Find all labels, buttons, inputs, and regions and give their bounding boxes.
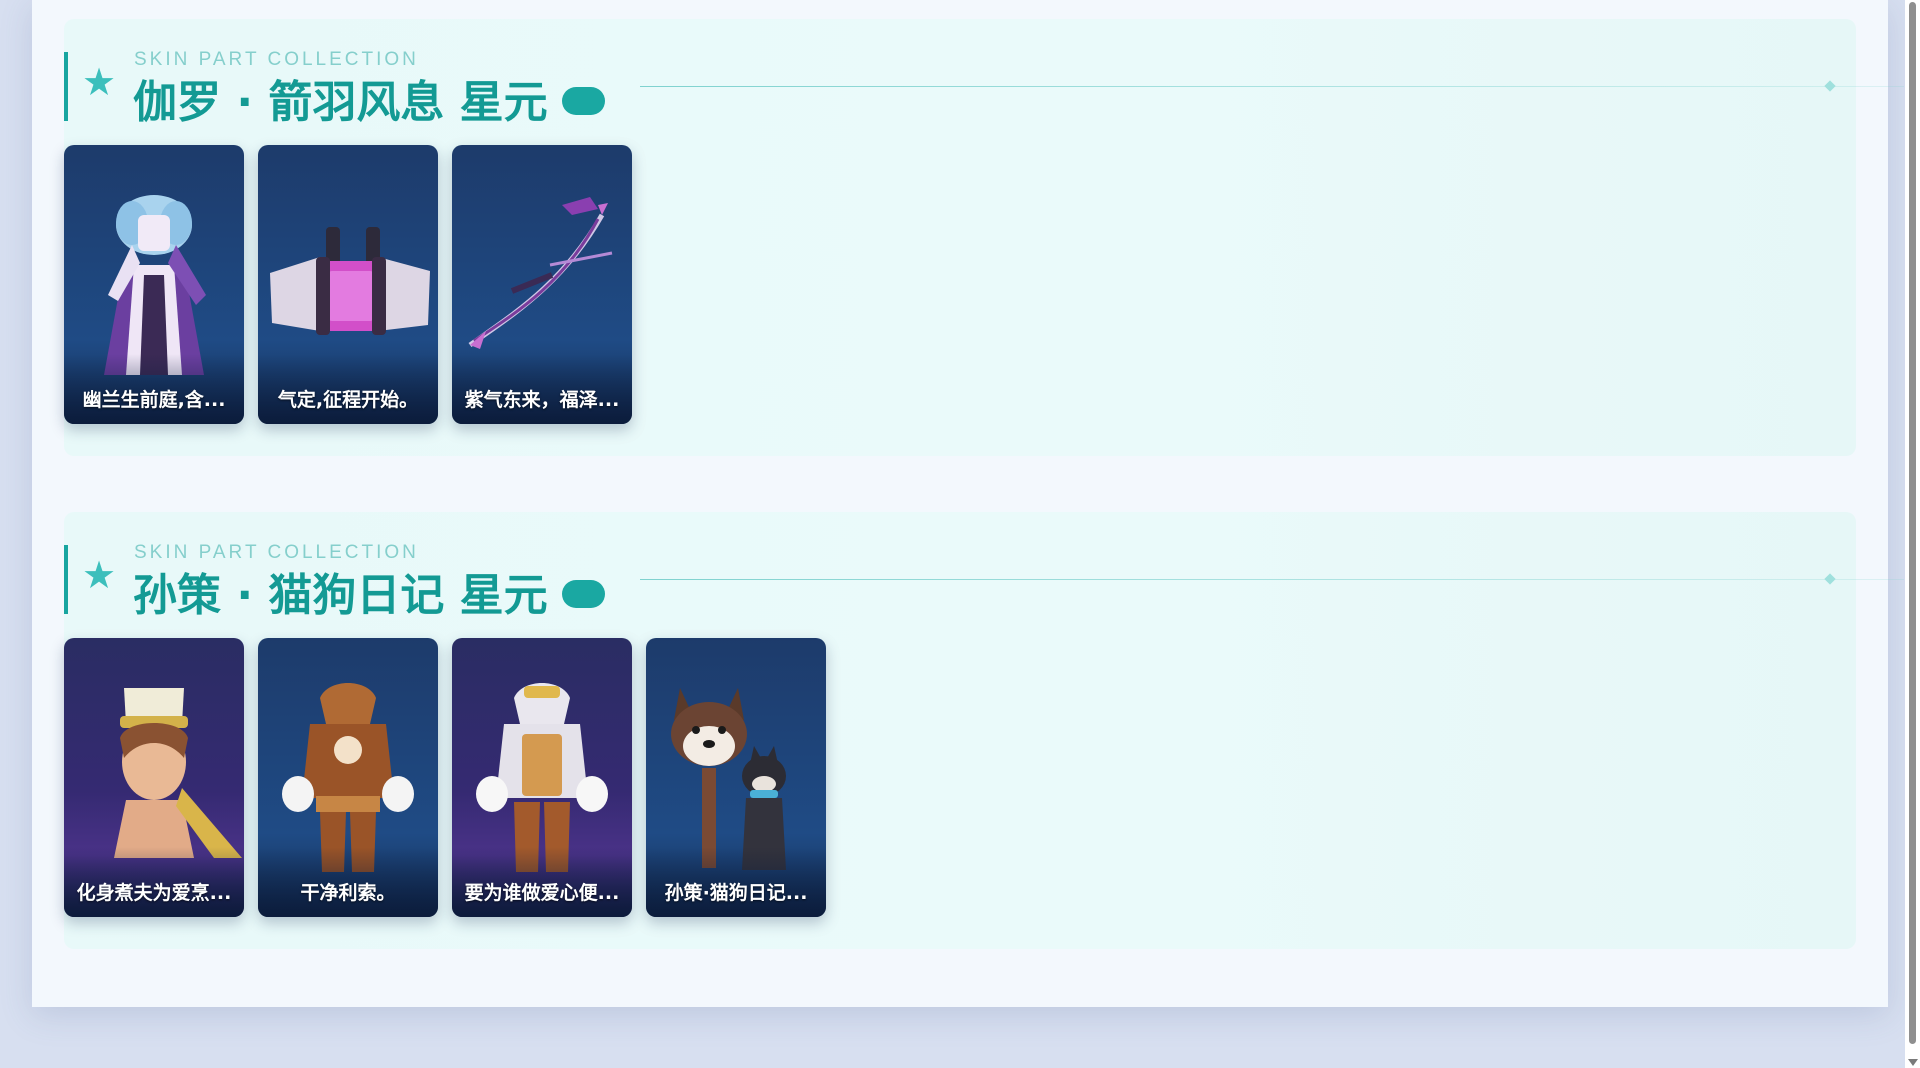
skin-card[interactable]: 气定,征程开始。	[258, 145, 438, 424]
outfit-costume-icon	[104, 195, 206, 375]
skin-card-label: 幽兰生前庭,含...	[82, 389, 226, 411]
skin-card-label: 气定,征程开始。	[277, 389, 419, 411]
scrollbar-thumb[interactable]	[1909, 2, 1916, 1044]
section-title: 孙策 · 猫狗日记 星元	[133, 570, 548, 621]
section-pill-badge	[561, 87, 605, 115]
skin-card-list: 幽兰生前庭,含... 气定,征程开始。 紫气东来，福泽...	[64, 145, 632, 424]
section-heading: 孙策 · 猫狗日记 星元	[133, 562, 605, 621]
section-accent-bar	[64, 545, 68, 614]
skin-card-label: 紫气东来，福泽...	[464, 389, 620, 411]
dog-companion-icon	[671, 688, 786, 870]
bow-weapon-icon	[468, 197, 613, 349]
diamond-icon	[1824, 80, 1836, 92]
skin-card[interactable]: 紫气东来，福泽...	[452, 145, 632, 424]
section-title: 伽罗 · 箭羽风息 星元	[133, 77, 548, 128]
hero-head-icon	[114, 688, 242, 858]
page-container: ★ SKIN PART COLLECTION 伽罗 · 箭羽风息 星元 幽兰生前…	[32, 0, 1904, 1007]
skin-card[interactable]: 干净利索。	[258, 638, 438, 917]
diamond-icon	[1824, 573, 1836, 585]
skin-card[interactable]: 孙策·猫狗日记...	[646, 638, 826, 917]
skin-card[interactable]: 幽兰生前庭,含...	[64, 145, 244, 424]
backpack-quiver-icon	[270, 227, 430, 335]
skin-collection-section-1: ★ SKIN PART COLLECTION 伽罗 · 箭羽风息 星元 幽兰生前…	[64, 19, 1904, 456]
section-accent-bar	[64, 52, 68, 121]
skin-card-label: 孙策·猫狗日记...	[664, 882, 808, 904]
skin-card-list: 化身煮夫为爱烹... 干净利索。 要为谁做爱心便... 孙策·猫狗日记...	[64, 638, 826, 917]
vertical-scrollbar[interactable]	[1905, 0, 1920, 1068]
section-divider-line	[640, 86, 1904, 87]
skin-collection-section-2: ★ SKIN PART COLLECTION 孙策 · 猫狗日记 星元 化身煮夫…	[64, 512, 1904, 949]
star-icon: ★	[82, 60, 117, 104]
scroll-down-arrow-icon[interactable]	[1908, 1059, 1918, 1066]
skin-card-label: 干净利索。	[300, 882, 396, 904]
skin-card[interactable]: 化身煮夫为爱烹...	[64, 638, 244, 917]
skin-card[interactable]: 要为谁做爱心便...	[452, 638, 632, 917]
apron-outfit-icon	[476, 683, 608, 872]
star-icon: ★	[82, 553, 117, 597]
hoodie-outfit-icon	[282, 683, 414, 872]
skin-card-label: 要为谁做爱心便...	[464, 882, 620, 904]
section-divider-line	[640, 579, 1904, 580]
section-heading: 伽罗 · 箭羽风息 星元	[133, 69, 605, 128]
section-pill-badge	[561, 580, 605, 608]
skin-card-label: 化身煮夫为爱烹...	[76, 882, 232, 904]
